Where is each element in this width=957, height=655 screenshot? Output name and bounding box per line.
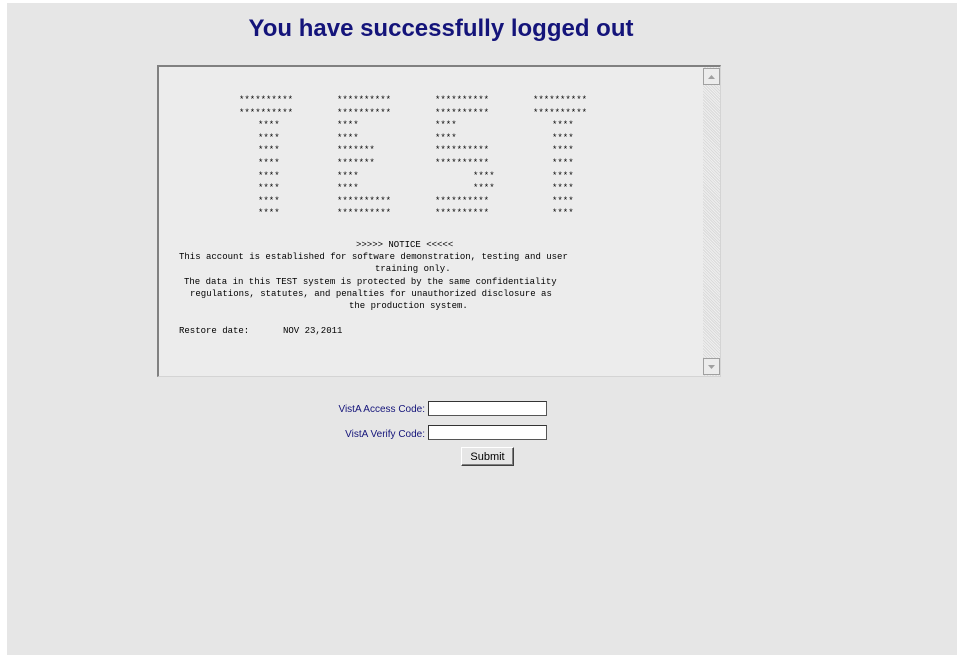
banner-segment: ********** <box>239 107 294 118</box>
banner-segment: **** <box>258 145 280 156</box>
logout-page: You have successfully logged out *******… <box>7 3 957 655</box>
banner-segment: **** <box>258 158 280 168</box>
banner-segment: ********** <box>435 95 490 105</box>
banner-segment: ********** <box>533 95 588 105</box>
banner-segment: ********** <box>533 107 588 118</box>
arrow-down-icon <box>708 364 715 369</box>
banner-segment: **** <box>552 170 574 181</box>
restore-date-label: Restore date: <box>179 326 250 336</box>
notice-line-4: regulations, statutes, and penalties for… <box>190 289 552 299</box>
banner-segment: **** <box>473 170 495 181</box>
banner-segment: ********** <box>337 107 392 118</box>
banner-segment: ******* <box>337 158 375 168</box>
notice-line-1: This account is established for software… <box>179 252 568 262</box>
banner-segment: **** <box>258 208 280 219</box>
banner-segment: **** <box>435 120 457 131</box>
notice-scrollbar[interactable] <box>703 67 720 376</box>
notice-content: ********** ********** ********** **********… <box>159 67 702 376</box>
banner-segment: **** <box>337 170 359 181</box>
banner-segment: **** <box>258 120 280 131</box>
banner-segment: **** <box>337 132 359 143</box>
verify-code-input[interactable] <box>428 425 547 440</box>
notice-line-3: The data in this TEST system is protecte… <box>184 277 557 287</box>
banner-segment: **** <box>258 132 280 143</box>
submit-button[interactable]: Submit <box>461 447 514 466</box>
banner-segment: **** <box>258 170 280 181</box>
notice-textarea[interactable]: ********** ********** ********** **********… <box>157 65 721 377</box>
banner-segment: **** <box>552 208 574 219</box>
banner-segment: **** <box>258 195 280 206</box>
banner-segment: ********** <box>435 208 490 219</box>
scroll-up-button[interactable] <box>703 68 720 85</box>
banner-segment: ********** <box>435 145 490 156</box>
banner-segment: ******* <box>337 145 375 156</box>
restore-date-value: NOV 23,2011 <box>283 326 343 336</box>
verify-code-label: VistA Verify Code: <box>345 429 425 440</box>
banner-segment: **** <box>552 120 574 131</box>
notice-line-2: training only. <box>375 264 451 274</box>
banner-segment: ********** <box>337 95 392 105</box>
access-code-input[interactable] <box>428 401 547 416</box>
banner-segment: ********** <box>337 195 392 206</box>
banner-segment: ********** <box>239 95 294 105</box>
arrow-up-icon <box>708 74 715 79</box>
page-title: You have successfully logged out <box>248 15 634 42</box>
banner-segment: ********** <box>435 107 490 118</box>
notice-heading: >>>>> NOTICE <<<<< <box>356 240 454 250</box>
banner-segment: **** <box>473 183 495 194</box>
banner-segment: **** <box>337 183 359 194</box>
access-code-label: VistA Access Code: <box>338 404 425 415</box>
notice-line-5: the production system. <box>349 301 468 311</box>
banner-segment: **** <box>258 183 280 194</box>
banner-segment: **** <box>552 132 574 143</box>
banner-segment: **** <box>337 120 359 131</box>
banner-segment: ********** <box>435 195 490 206</box>
banner-segment: **** <box>552 145 574 156</box>
banner-segment: **** <box>435 132 457 143</box>
banner-segment: **** <box>552 183 574 194</box>
scroll-down-button[interactable] <box>703 358 720 375</box>
banner-segment: ********** <box>435 158 490 168</box>
banner-segment: ********** <box>337 208 392 219</box>
banner-segment: **** <box>552 195 574 206</box>
banner-segment: **** <box>552 158 574 168</box>
